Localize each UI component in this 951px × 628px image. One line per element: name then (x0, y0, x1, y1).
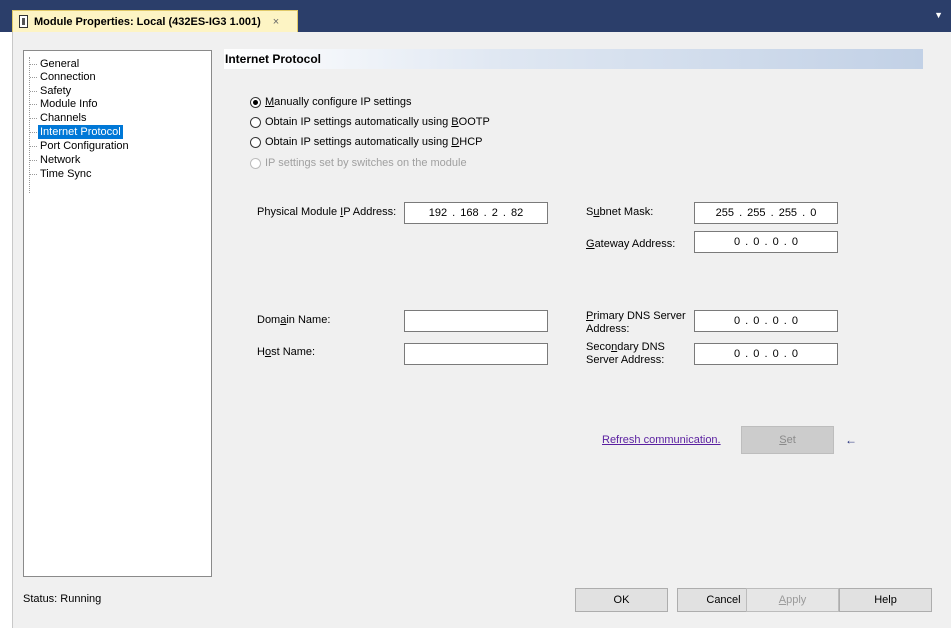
tree-item-internet-protocol[interactable]: Internet Protocol (30, 125, 123, 139)
tree-item-time-sync[interactable]: Time Sync (30, 167, 94, 181)
ok-button[interactable]: OK (575, 588, 668, 612)
host-name-label: Host Name: (257, 346, 316, 358)
tree-item-safety[interactable]: Safety (29, 84, 73, 98)
radio-dhcp-label: Obtain IP settings automatically using D… (265, 136, 483, 148)
physical-ip-address-input[interactable]: 192 . 168 . 2 . 82 (404, 202, 548, 224)
physical-ip-label: Physical Module IP Address: (257, 206, 397, 218)
subnet-mask-input[interactable]: 255 . 255 . 255 . 0 (694, 202, 838, 224)
host-name-input[interactable] (404, 343, 548, 365)
domain-name-label: Domain Name: (257, 314, 331, 326)
apply-button: Apply (746, 588, 839, 612)
radio-manual-ip[interactable]: Manually configure IP settings (250, 94, 412, 110)
radio-bootp[interactable]: Obtain IP settings automatically using B… (250, 114, 490, 130)
primary-dns-label: Primary DNS Server Address: (586, 310, 686, 335)
panel-title: Internet Protocol (224, 49, 923, 69)
tree-item-channels[interactable]: Channels (29, 111, 88, 125)
status-text: Status: Running (23, 593, 102, 605)
radio-switches-label: IP settings set by switches on the modul… (265, 157, 467, 169)
radio-button-selected[interactable] (250, 96, 261, 108)
refresh-communication-link[interactable]: Refresh communication. (602, 434, 721, 446)
tree-item-connection[interactable]: Connection (30, 70, 98, 84)
tab-title: Module Properties: Local (432ES-IG3 1.00… (34, 15, 261, 28)
radio-button-disabled (250, 157, 261, 169)
help-button[interactable]: Help (839, 588, 932, 612)
tree-item-general[interactable]: General (29, 57, 81, 71)
close-tab-icon[interactable]: × (273, 16, 279, 28)
module-properties-tab[interactable]: Module Properties: Local (432ES-IG3 1.00… (12, 10, 298, 32)
radio-button[interactable] (250, 116, 261, 128)
radio-button[interactable] (250, 136, 261, 148)
set-button: Set (741, 426, 834, 454)
secondary-dns-label: Secondary DNS Server Address: (586, 341, 665, 366)
tree-item-module-info[interactable]: Module Info (29, 97, 99, 111)
radio-bootp-label: Obtain IP settings automatically using B… (265, 116, 490, 128)
radio-switches: IP settings set by switches on the modul… (250, 155, 467, 171)
subnet-mask-label: Subnet Mask: (586, 206, 654, 218)
category-tree[interactable]: General Connection Safety Module Info Ch… (23, 50, 212, 577)
secondary-dns-input[interactable]: 0 . 0 . 0 . 0 (694, 343, 838, 365)
domain-name-input[interactable] (404, 310, 548, 332)
tree-item-port-configuration[interactable]: Port Configuration (30, 139, 131, 153)
tree-item-network[interactable]: Network (29, 153, 82, 167)
radio-dhcp[interactable]: Obtain IP settings automatically using D… (250, 134, 482, 150)
tab-menu-dropdown-icon[interactable]: ▼ (934, 10, 943, 20)
gateway-address-label: Gateway Address: (586, 238, 676, 250)
left-arrow-icon: ← (845, 433, 857, 447)
gateway-address-input[interactable]: 0 . 0 . 0 . 0 (694, 231, 838, 253)
module-icon (19, 15, 28, 28)
primary-dns-input[interactable]: 0 . 0 . 0 . 0 (694, 310, 838, 332)
radio-manual-label: Manually configure IP settings (265, 96, 412, 108)
